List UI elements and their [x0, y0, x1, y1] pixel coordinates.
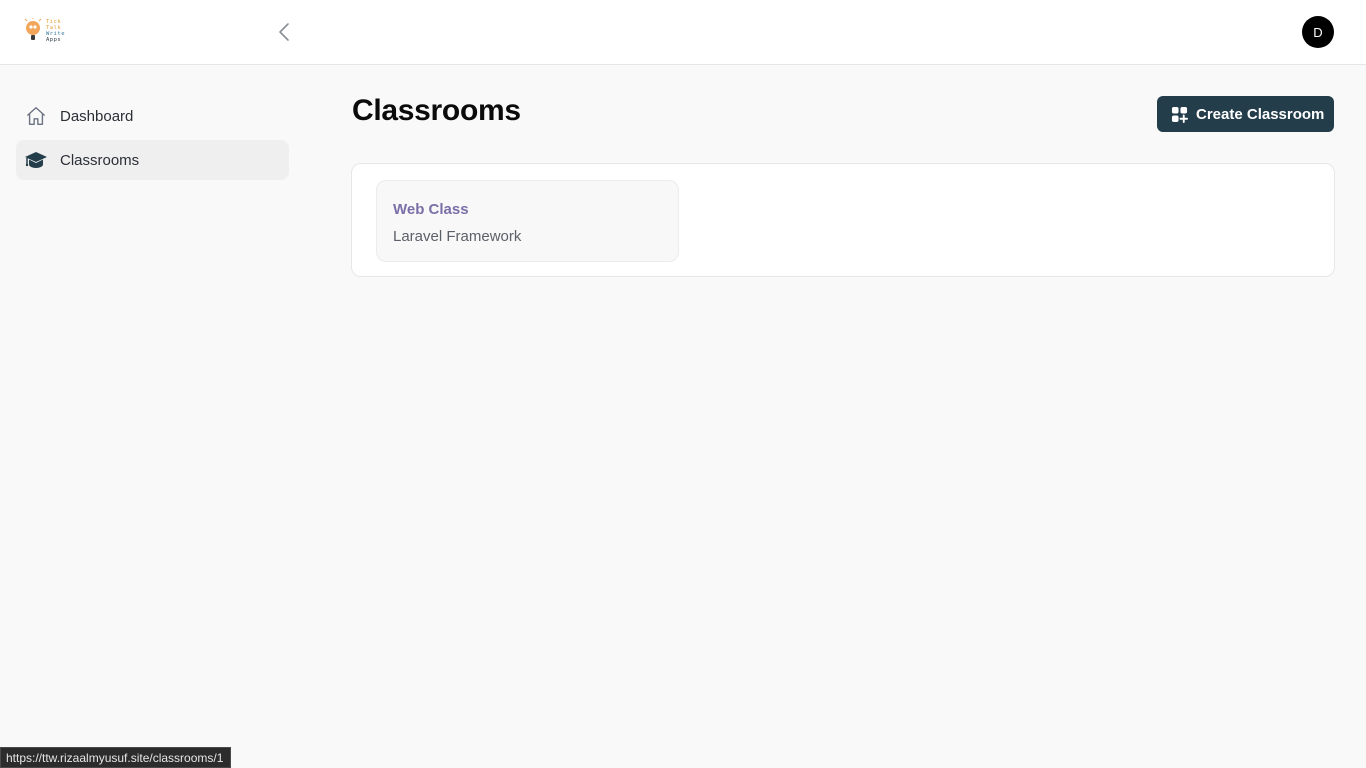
chevron-left-icon: [279, 23, 289, 41]
avatar-initial: D: [1313, 24, 1323, 40]
top-bar: Tick Talk Write Apps D: [0, 0, 1366, 65]
page-title: Classrooms: [352, 94, 521, 127]
home-icon: [24, 104, 48, 128]
lightbulb-icon: [24, 17, 42, 44]
logo-wordmark: Tick Talk Write Apps: [46, 19, 65, 43]
link-status-bar: https://ttw.rizaalmyusuf.site/classrooms…: [0, 747, 231, 768]
sidebar-item-dashboard[interactable]: Dashboard: [16, 96, 289, 136]
add-grid-icon: [1171, 106, 1188, 123]
create-classroom-label: Create Classroom: [1196, 105, 1325, 123]
sidebar-item-label: Dashboard: [60, 107, 134, 125]
classroom-card[interactable]: Web Class Laravel Framework: [376, 180, 679, 262]
create-classroom-button[interactable]: Create Classroom: [1157, 96, 1334, 132]
logo-line: Apps: [46, 37, 62, 43]
graduation-cap-icon: [24, 148, 48, 172]
user-avatar[interactable]: D: [1302, 16, 1334, 48]
sidebar: Dashboard Classrooms: [16, 96, 289, 184]
sidebar-item-label: Classrooms: [60, 151, 140, 169]
app-logo[interactable]: Tick Talk Write Apps: [24, 17, 70, 45]
classroom-list-panel: Web Class Laravel Framework: [351, 163, 1335, 277]
collapse-sidebar-button[interactable]: [272, 20, 296, 44]
classroom-name: Web Class: [393, 201, 469, 218]
classroom-subject: Laravel Framework: [393, 228, 522, 245]
sidebar-item-classrooms[interactable]: Classrooms: [16, 140, 289, 180]
